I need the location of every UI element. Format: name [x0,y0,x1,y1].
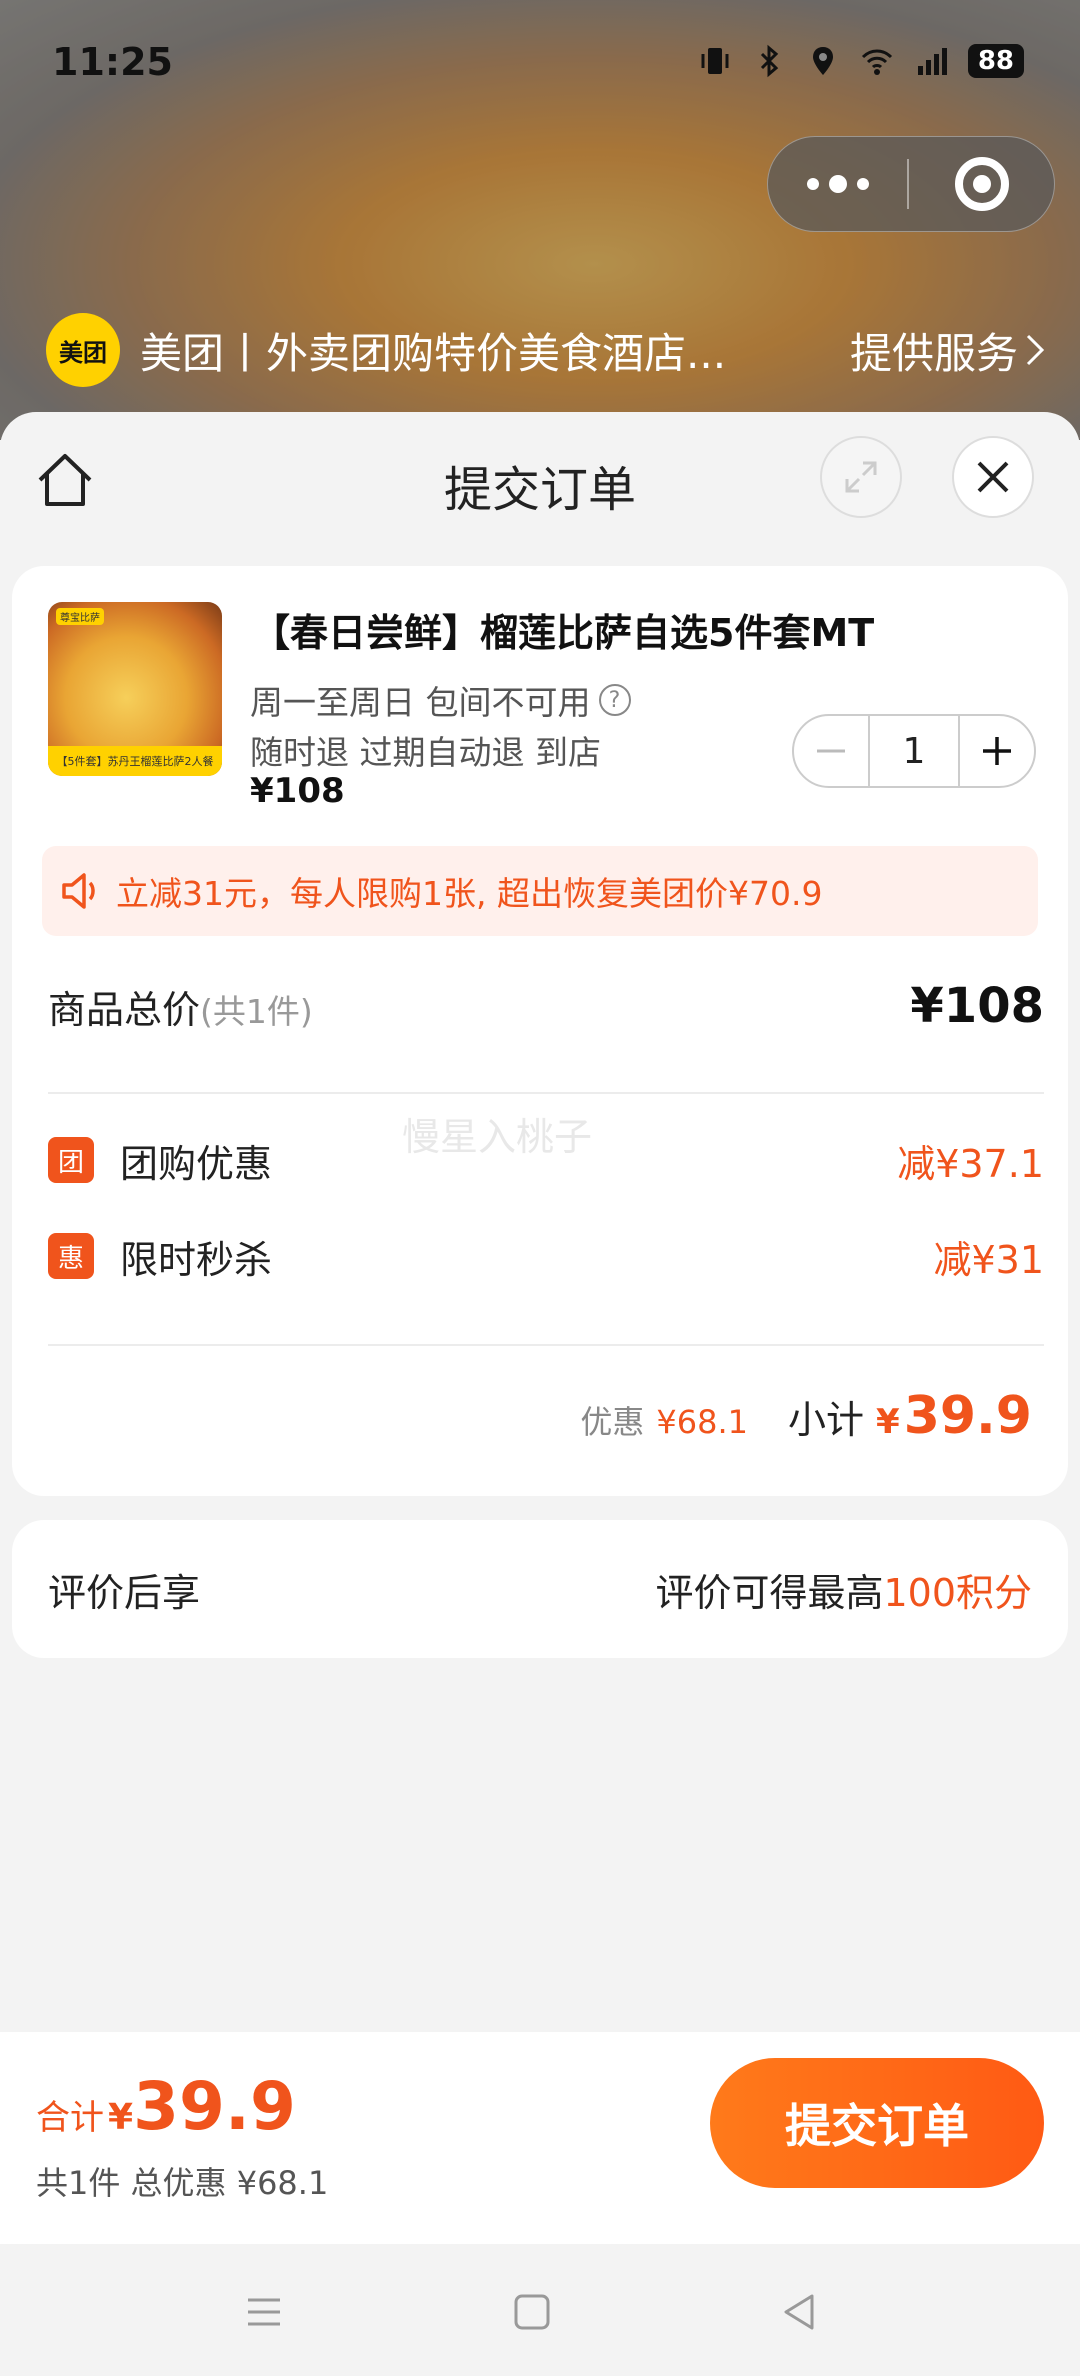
flash-sale-value: 减¥31 [933,1237,1044,1282]
more-dot-icon [856,178,869,190]
subtotal-value: 39.9 [903,1386,1032,1446]
goods-total-value: ¥108 [910,978,1044,1034]
goods-total-text: 商品总价 [48,987,201,1032]
product-image-brand: 尊宝比萨 [56,608,104,625]
order-sheet: 提交订单 尊宝比萨 【5件套】苏丹王榴莲比萨2人餐 【春日尝鲜】榴莲比萨自选5件… [0,412,1080,2032]
subtotal-label: 小计 [788,1398,865,1442]
sheet-header: 提交订单 [0,412,1080,548]
product-title: 【春日尝鲜】榴莲比萨自选5件套MT [252,611,875,655]
close-icon [977,461,1009,493]
menu-icon [248,2298,280,2326]
location-icon [812,47,833,75]
expand-button[interactable] [820,436,902,518]
status-icons: 88 [698,44,1024,78]
review-reward-points: 100积分 [883,1570,1032,1615]
plus-icon [983,737,1011,765]
service-label: 提供服务 [849,328,1018,378]
order-card: 尊宝比萨 【5件套】苏丹王榴莲比萨2人餐 【春日尝鲜】榴莲比萨自选5件套MT 周… [12,566,1068,1496]
total-detail: 共1件 总优惠 ¥68.1 [36,2164,329,2202]
promo-banner: 立减31元，每人限购1张, 超出恢复美团价¥70.9 [42,846,1038,936]
product-price: ¥108 [250,771,345,811]
back-nav-button[interactable] [770,2282,830,2342]
more-dot-icon [828,175,847,193]
speaker-icon [62,873,95,909]
wifi-icon [861,49,892,75]
cellular-signal-icon [917,48,947,75]
close-button[interactable] [952,436,1034,518]
bluetooth-icon [760,44,779,78]
status-bar: 11:25 88 [0,0,1080,130]
subtotal-currency: ¥ [876,1402,900,1442]
minus-icon [817,749,845,753]
help-icon[interactable]: ? [598,684,631,716]
meituan-logo: 美团 [46,313,120,387]
home-nav-button[interactable] [502,2282,562,2342]
goods-total-row: 商品总价(共1件) ¥108 [48,966,1044,1046]
promo-text: 立减31元，每人限购1张, 超出恢复美团价¥70.9 [116,874,823,913]
status-time: 11:25 [52,40,173,84]
flash-sale-label: 限时秒杀 [120,1237,273,1282]
review-reward-card[interactable]: 评价后享 评价可得最高100积分 [12,1520,1068,1658]
availability-text: 周一至周日 包间不可用 [250,683,591,722]
back-triangle-icon [784,2294,814,2330]
more-options-button[interactable] [768,136,907,232]
saving-label: 优惠 [580,1403,645,1441]
divider [48,1344,1044,1346]
product-image-caption: 【5件套】苏丹王榴莲比萨2人餐 [48,746,222,776]
total-currency: ¥ [108,2097,134,2138]
page-title: 提交订单 [443,462,636,518]
submit-order-button[interactable]: 提交订单 [710,2058,1044,2188]
vibrate-icon [701,48,729,74]
total-label: 合计 [36,2098,104,2138]
menu-nav-button[interactable] [234,2282,294,2342]
checkout-bar: 合计 ¥ 39.9 共1件 总优惠 ¥68.1 提交订单 [0,2032,1080,2244]
goods-count: (共1件) [200,991,313,1031]
more-dot-icon [806,178,819,190]
target-icon [954,157,1009,211]
square-icon [514,2294,550,2330]
total-amount: 合计 ¥ 39.9 [36,2068,296,2145]
group-discount-label: 团购优惠 [120,1141,273,1186]
chevron-right-icon [1026,334,1045,366]
discount-row-group: 团 团购优惠 减¥37.1 [48,1130,1044,1190]
subtotal-row: 优惠 ¥68.1 小计 ¥ 39.9 [580,1386,1032,1446]
refund-policy: 随时退 过期自动退 到店 [250,733,601,772]
decrease-button[interactable] [794,716,868,786]
goods-total-label: 商品总价(共1件) [48,979,313,1034]
saving-value: ¥68.1 [656,1403,748,1441]
group-discount-value: 减¥37.1 [897,1141,1044,1186]
system-nav-bar [0,2244,1080,2376]
group-discount-badge: 团 [48,1137,94,1183]
miniprogram-capsule [767,136,1055,232]
expand-icon [845,461,877,493]
app-name: 美团丨外卖团购特价美食酒店... [140,328,727,378]
product-image[interactable]: 尊宝比萨 【5件套】苏丹王榴莲比萨2人餐 [48,602,222,776]
close-miniprogram-button[interactable] [909,136,1054,232]
service-link[interactable]: 提供服务 [850,320,1046,381]
total-value: 39.9 [133,2068,296,2145]
discount-row-flash: 惠 限时秒杀 减¥31 [48,1226,1044,1286]
review-reward-prefix: 评价可得最高 [655,1570,884,1615]
quantity-value[interactable]: 1 [868,716,960,786]
battery-indicator: 88 [967,44,1024,78]
review-label: 评价后享 [48,1570,201,1615]
quantity-stepper: 1 [792,714,1036,788]
divider [48,1092,1044,1094]
product-availability: 周一至周日 包间不可用 ? [250,676,631,724]
review-reward: 评价可得最高100积分 [655,1562,1032,1617]
app-info-row[interactable]: 美团 美团丨外卖团购特价美食酒店... 提供服务 [46,310,1046,390]
increase-button[interactable] [960,716,1034,786]
flash-sale-badge: 惠 [48,1233,94,1279]
